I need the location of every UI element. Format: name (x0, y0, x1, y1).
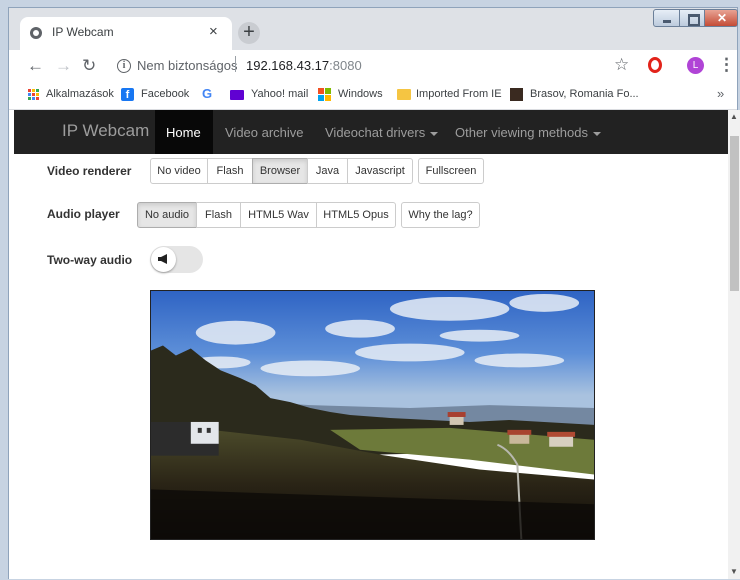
scrollbar-thumb[interactable] (730, 136, 739, 291)
bookmark-facebook[interactable]: Facebook (141, 88, 189, 100)
bookmark-star-icon[interactable]: ☆ (614, 55, 629, 75)
audio-html5-wav-button[interactable]: HTML5 Wav (240, 202, 317, 228)
audio-no-audio-button[interactable]: No audio (137, 202, 197, 228)
bookmark-apps[interactable]: Alkalmazások (46, 88, 114, 100)
video-house-roof (507, 429, 532, 435)
tab-title: IP Webcam (52, 25, 114, 39)
video-stream[interactable] (150, 290, 595, 540)
window-maximize-button[interactable] (679, 9, 705, 27)
brasov-icon (510, 88, 523, 101)
nav-item-videochat-drivers[interactable]: Videochat drivers (325, 125, 439, 140)
audio-flash-button[interactable]: Flash (196, 202, 241, 228)
security-label: Nem biztonságos (137, 58, 238, 73)
url-divider (235, 56, 236, 72)
nav-item-home[interactable]: Home (166, 125, 201, 140)
url-text[interactable]: 192.168.43.17:8080 (246, 58, 362, 73)
renderer-java-button[interactable]: Java (307, 158, 348, 184)
caret-down-icon (430, 131, 439, 136)
facebook-icon: f (121, 88, 134, 101)
tab-close-button[interactable]: × (209, 23, 218, 40)
url-host: 192.168.43.17 (246, 58, 330, 73)
google-icon[interactable]: G (202, 86, 212, 101)
scroll-up-arrow-icon[interactable]: ▲ (728, 110, 740, 124)
renderer-browser-button[interactable]: Browser (252, 158, 308, 184)
site-brand[interactable]: IP Webcam (62, 121, 149, 141)
nav-label: Other viewing methods (455, 125, 588, 140)
yahoo-mail-icon (230, 90, 244, 100)
video-renderer-label: Video renderer (47, 164, 132, 178)
video-shed-window (206, 427, 211, 433)
bookmark-windows[interactable]: Windows (338, 88, 383, 100)
video-house-roof (447, 412, 466, 417)
window-close-button[interactable]: ✕ (704, 9, 738, 27)
info-icon[interactable]: i (117, 59, 131, 73)
nav-label: Videochat drivers (325, 125, 426, 140)
browser-menu-icon[interactable]: ⋮ (718, 55, 735, 75)
folder-icon (397, 89, 411, 100)
video-house (509, 433, 530, 444)
video-shed-window (197, 427, 202, 433)
video-house (549, 435, 574, 447)
nav-item-video-archive[interactable]: Video archive (225, 125, 304, 140)
two-way-audio-label: Two-way audio (47, 253, 133, 267)
nav-item-other-viewing-methods[interactable]: Other viewing methods (455, 125, 601, 140)
forward-arrow-icon[interactable]: → (55, 56, 72, 76)
opera-extension-icon[interactable] (648, 57, 662, 73)
caret-down-icon (592, 131, 601, 136)
scroll-down-arrow-icon[interactable]: ▼ (728, 565, 740, 579)
apps-grid-icon[interactable] (28, 89, 40, 101)
bookmark-yahoo-mail[interactable]: Yahoo! mail (251, 88, 308, 100)
renderer-flash-button[interactable]: Flash (207, 158, 253, 184)
audio-html5-opus-button[interactable]: HTML5 Opus (316, 202, 396, 228)
video-shed-wall (190, 421, 219, 444)
close-icon: ✕ (717, 11, 728, 25)
new-tab-button[interactable]: + (238, 22, 260, 44)
windows-icon (318, 88, 331, 101)
url-port: :8080 (329, 58, 362, 73)
more-bookmarks-chevron-icon[interactable]: » (717, 86, 724, 101)
profile-avatar[interactable]: L (687, 57, 704, 74)
audio-player-label: Audio player (47, 207, 120, 221)
video-house-roof (547, 431, 576, 437)
video-house (449, 415, 464, 425)
renderer-no-video-button[interactable]: No video (150, 158, 208, 184)
bookmark-imported-from-ie[interactable]: Imported From IE (416, 88, 502, 100)
window-minimize-button[interactable] (653, 9, 680, 27)
webcam-favicon-icon (30, 27, 42, 39)
bookmark-brasov[interactable]: Brasov, Romania Fo... (530, 88, 639, 100)
fullscreen-button[interactable]: Fullscreen (418, 158, 484, 184)
megaphone-icon (158, 254, 167, 264)
back-arrow-icon[interactable]: ← (27, 56, 44, 76)
renderer-javascript-button[interactable]: Javascript (347, 158, 413, 184)
reload-icon[interactable]: ↻ (82, 56, 96, 76)
why-the-lag-button[interactable]: Why the lag? (401, 202, 480, 228)
